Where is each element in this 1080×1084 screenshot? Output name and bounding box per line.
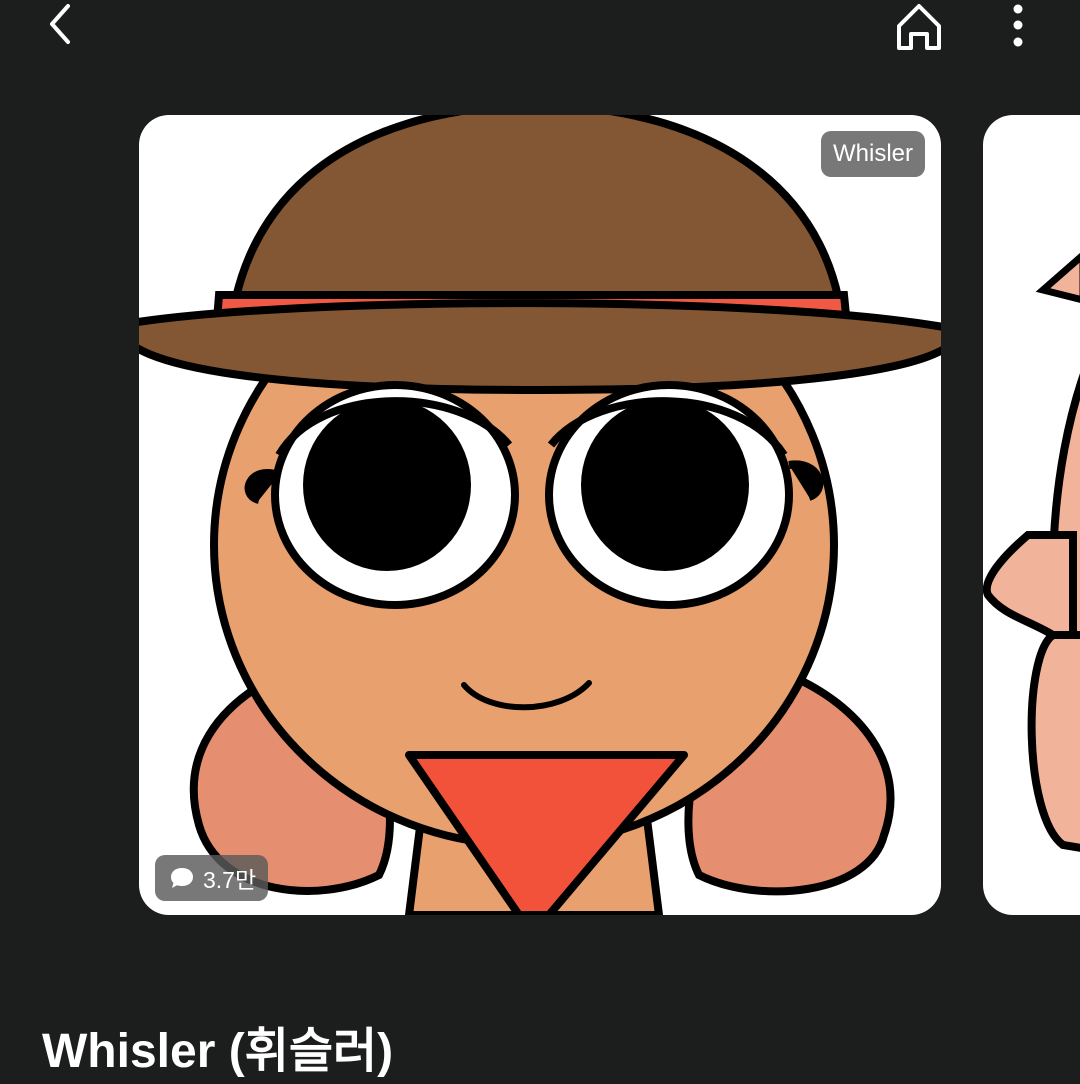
top-bar [0, 0, 1080, 60]
home-button[interactable] [884, 0, 954, 56]
character-title: Whisler (휘슬러) [42, 1025, 394, 1078]
character-name-badge: Whisler [820, 131, 925, 177]
next-character-illustration [983, 252, 1080, 852]
more-options-button[interactable] [996, 0, 1040, 56]
character-illustration [139, 115, 941, 915]
speech-bubble-icon [171, 868, 193, 888]
comment-count-badge: 3.7만 [155, 855, 269, 901]
back-button[interactable] [36, 0, 88, 52]
character-image-card[interactable]: Whisler 3.7만 [139, 115, 941, 915]
home-icon [897, 4, 941, 50]
chevron-left-icon [50, 4, 70, 44]
comment-count: 3.7만 [203, 867, 257, 893]
more-vertical-icon [1013, 4, 1023, 47]
next-character-card[interactable] [983, 115, 1080, 915]
